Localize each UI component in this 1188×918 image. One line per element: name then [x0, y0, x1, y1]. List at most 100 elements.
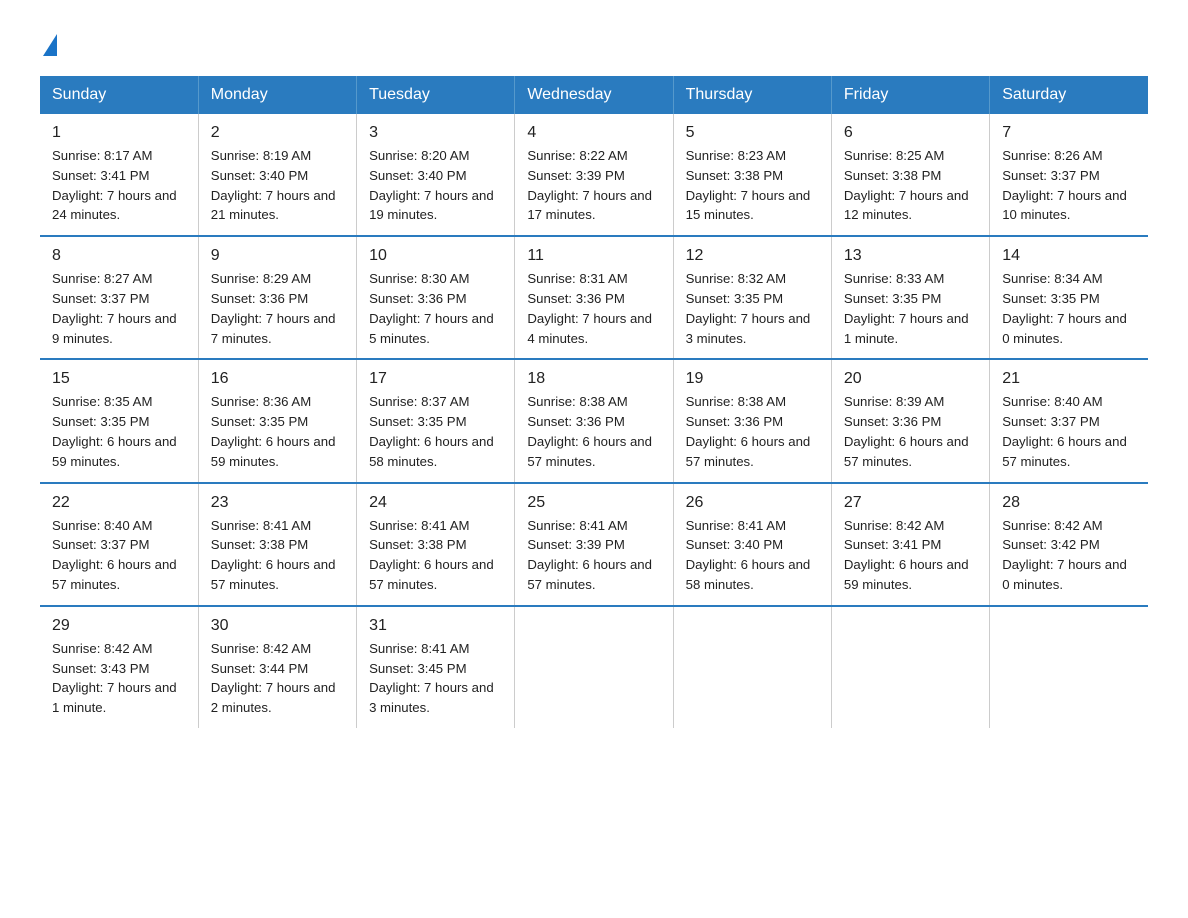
calendar-cell: 26 Sunrise: 8:41 AMSunset: 3:40 PMDayligh… [673, 483, 831, 606]
calendar-cell: 8 Sunrise: 8:27 AMSunset: 3:37 PMDaylight… [40, 236, 198, 359]
calendar-cell: 28Sunrise: 8:42 AMSunset: 3:42 PMDayligh… [990, 483, 1148, 606]
day-number: 2 [211, 124, 344, 142]
calendar-cell: 11 Sunrise: 8:31 AMSunset: 3:36 PMDayligh… [515, 236, 673, 359]
calendar-cell: 9Sunrise: 8:29 AMSunset: 3:36 PMDaylight… [198, 236, 356, 359]
week-row-2: 8 Sunrise: 8:27 AMSunset: 3:37 PMDaylight… [40, 236, 1148, 359]
calendar-cell: 12 Sunrise: 8:32 AMSunset: 3:35 PMDayligh… [673, 236, 831, 359]
day-info: Sunrise: 8:39 AMSunset: 3:36 PMDaylight:… [844, 394, 969, 468]
week-row-3: 15 Sunrise: 8:35 AMSunset: 3:35 PMDayligh… [40, 359, 1148, 482]
calendar-cell [515, 606, 673, 728]
day-info: Sunrise: 8:31 AMSunset: 3:36 PMDaylight:… [527, 271, 652, 345]
day-info: Sunrise: 8:41 AMSunset: 3:39 PMDaylight:… [527, 518, 652, 592]
day-number: 13 [844, 247, 977, 265]
day-number: 26 [686, 494, 819, 512]
day-info: Sunrise: 8:30 AMSunset: 3:36 PMDaylight:… [369, 271, 494, 345]
day-info: Sunrise: 8:37 AMSunset: 3:35 PMDaylight:… [369, 394, 494, 468]
day-info: Sunrise: 8:35 AMSunset: 3:35 PMDaylight:… [52, 394, 177, 468]
day-number: 10 [369, 247, 502, 265]
day-info: Sunrise: 8:41 AMSunset: 3:40 PMDaylight:… [686, 518, 811, 592]
day-info: Sunrise: 8:36 AMSunset: 3:35 PMDaylight:… [211, 394, 336, 468]
day-info: Sunrise: 8:32 AMSunset: 3:35 PMDaylight:… [686, 271, 811, 345]
day-info: Sunrise: 8:38 AMSunset: 3:36 PMDaylight:… [527, 394, 652, 468]
calendar-cell: 6 Sunrise: 8:25 AMSunset: 3:38 PMDaylight… [831, 114, 989, 236]
day-info: Sunrise: 8:41 AMSunset: 3:38 PMDaylight:… [211, 518, 336, 592]
day-number: 25 [527, 494, 660, 512]
header-monday: Monday [198, 76, 356, 114]
calendar-cell: 2 Sunrise: 8:19 AMSunset: 3:40 PMDaylight… [198, 114, 356, 236]
calendar-cell: 29 Sunrise: 8:42 AMSunset: 3:43 PMDayligh… [40, 606, 198, 728]
calendar-cell: 16Sunrise: 8:36 AMSunset: 3:35 PMDayligh… [198, 359, 356, 482]
day-info: Sunrise: 8:17 AMSunset: 3:41 PMDaylight:… [52, 148, 177, 222]
calendar-cell [831, 606, 989, 728]
day-info: Sunrise: 8:42 AMSunset: 3:44 PMDaylight:… [211, 641, 336, 715]
header-wednesday: Wednesday [515, 76, 673, 114]
calendar-table: SundayMondayTuesdayWednesdayThursdayFrid… [40, 76, 1148, 728]
day-number: 20 [844, 370, 977, 388]
day-info: Sunrise: 8:41 AMSunset: 3:38 PMDaylight:… [369, 518, 494, 592]
calendar-cell: 24 Sunrise: 8:41 AMSunset: 3:38 PMDayligh… [357, 483, 515, 606]
calendar-cell: 4 Sunrise: 8:22 AMSunset: 3:39 PMDaylight… [515, 114, 673, 236]
calendar-cell: 23 Sunrise: 8:41 AMSunset: 3:38 PMDayligh… [198, 483, 356, 606]
day-number: 8 [52, 247, 186, 265]
day-info: Sunrise: 8:38 AMSunset: 3:36 PMDaylight:… [686, 394, 811, 468]
calendar-cell: 25 Sunrise: 8:41 AMSunset: 3:39 PMDayligh… [515, 483, 673, 606]
day-info: Sunrise: 8:27 AMSunset: 3:37 PMDaylight:… [52, 271, 177, 345]
day-number: 21 [1002, 370, 1136, 388]
calendar-cell: 15 Sunrise: 8:35 AMSunset: 3:35 PMDayligh… [40, 359, 198, 482]
calendar-cell: 22 Sunrise: 8:40 AMSunset: 3:37 PMDayligh… [40, 483, 198, 606]
day-number: 23 [211, 494, 344, 512]
header-saturday: Saturday [990, 76, 1148, 114]
day-info: Sunrise: 8:40 AMSunset: 3:37 PMDaylight:… [52, 518, 177, 592]
calendar-header-row: SundayMondayTuesdayWednesdayThursdayFrid… [40, 76, 1148, 114]
day-info: Sunrise: 8:42 AMSunset: 3:43 PMDaylight:… [52, 641, 177, 715]
day-info: Sunrise: 8:25 AMSunset: 3:38 PMDaylight:… [844, 148, 969, 222]
calendar-cell: 20 Sunrise: 8:39 AMSunset: 3:36 PMDayligh… [831, 359, 989, 482]
calendar-cell: 14Sunrise: 8:34 AMSunset: 3:35 PMDayligh… [990, 236, 1148, 359]
calendar-cell: 7 Sunrise: 8:26 AMSunset: 3:37 PMDaylight… [990, 114, 1148, 236]
day-number: 3 [369, 124, 502, 142]
day-info: Sunrise: 8:29 AMSunset: 3:36 PMDaylight:… [211, 271, 336, 345]
day-info: Sunrise: 8:23 AMSunset: 3:38 PMDaylight:… [686, 148, 811, 222]
day-number: 12 [686, 247, 819, 265]
calendar-cell: 30 Sunrise: 8:42 AMSunset: 3:44 PMDayligh… [198, 606, 356, 728]
calendar-cell: 5Sunrise: 8:23 AMSunset: 3:38 PMDaylight… [673, 114, 831, 236]
calendar-cell: 31 Sunrise: 8:41 AMSunset: 3:45 PMDayligh… [357, 606, 515, 728]
day-number: 7 [1002, 124, 1136, 142]
header-friday: Friday [831, 76, 989, 114]
day-number: 31 [369, 617, 502, 635]
week-row-4: 22 Sunrise: 8:40 AMSunset: 3:37 PMDayligh… [40, 483, 1148, 606]
calendar-cell: 19 Sunrise: 8:38 AMSunset: 3:36 PMDayligh… [673, 359, 831, 482]
day-info: Sunrise: 8:41 AMSunset: 3:45 PMDaylight:… [369, 641, 494, 715]
day-number: 24 [369, 494, 502, 512]
day-number: 6 [844, 124, 977, 142]
day-number: 28 [1002, 494, 1136, 512]
day-number: 14 [1002, 247, 1136, 265]
page-header [40, 30, 1148, 56]
day-number: 4 [527, 124, 660, 142]
day-number: 22 [52, 494, 186, 512]
header-sunday: Sunday [40, 76, 198, 114]
day-number: 27 [844, 494, 977, 512]
day-number: 1 [52, 124, 186, 142]
day-number: 29 [52, 617, 186, 635]
week-row-5: 29 Sunrise: 8:42 AMSunset: 3:43 PMDayligh… [40, 606, 1148, 728]
calendar-cell: 18Sunrise: 8:38 AMSunset: 3:36 PMDayligh… [515, 359, 673, 482]
header-thursday: Thursday [673, 76, 831, 114]
day-number: 17 [369, 370, 502, 388]
calendar-cell: 21 Sunrise: 8:40 AMSunset: 3:37 PMDayligh… [990, 359, 1148, 482]
day-info: Sunrise: 8:33 AMSunset: 3:35 PMDaylight:… [844, 271, 969, 345]
day-number: 15 [52, 370, 186, 388]
day-info: Sunrise: 8:22 AMSunset: 3:39 PMDaylight:… [527, 148, 652, 222]
day-number: 19 [686, 370, 819, 388]
day-number: 30 [211, 617, 344, 635]
day-info: Sunrise: 8:40 AMSunset: 3:37 PMDaylight:… [1002, 394, 1127, 468]
header-tuesday: Tuesday [357, 76, 515, 114]
calendar-cell [673, 606, 831, 728]
calendar-cell: 3 Sunrise: 8:20 AMSunset: 3:40 PMDaylight… [357, 114, 515, 236]
day-info: Sunrise: 8:20 AMSunset: 3:40 PMDaylight:… [369, 148, 494, 222]
calendar-cell: 13 Sunrise: 8:33 AMSunset: 3:35 PMDayligh… [831, 236, 989, 359]
day-info: Sunrise: 8:19 AMSunset: 3:40 PMDaylight:… [211, 148, 336, 222]
calendar-cell: 10 Sunrise: 8:30 AMSunset: 3:36 PMDayligh… [357, 236, 515, 359]
day-info: Sunrise: 8:26 AMSunset: 3:37 PMDaylight:… [1002, 148, 1127, 222]
day-number: 11 [527, 247, 660, 265]
